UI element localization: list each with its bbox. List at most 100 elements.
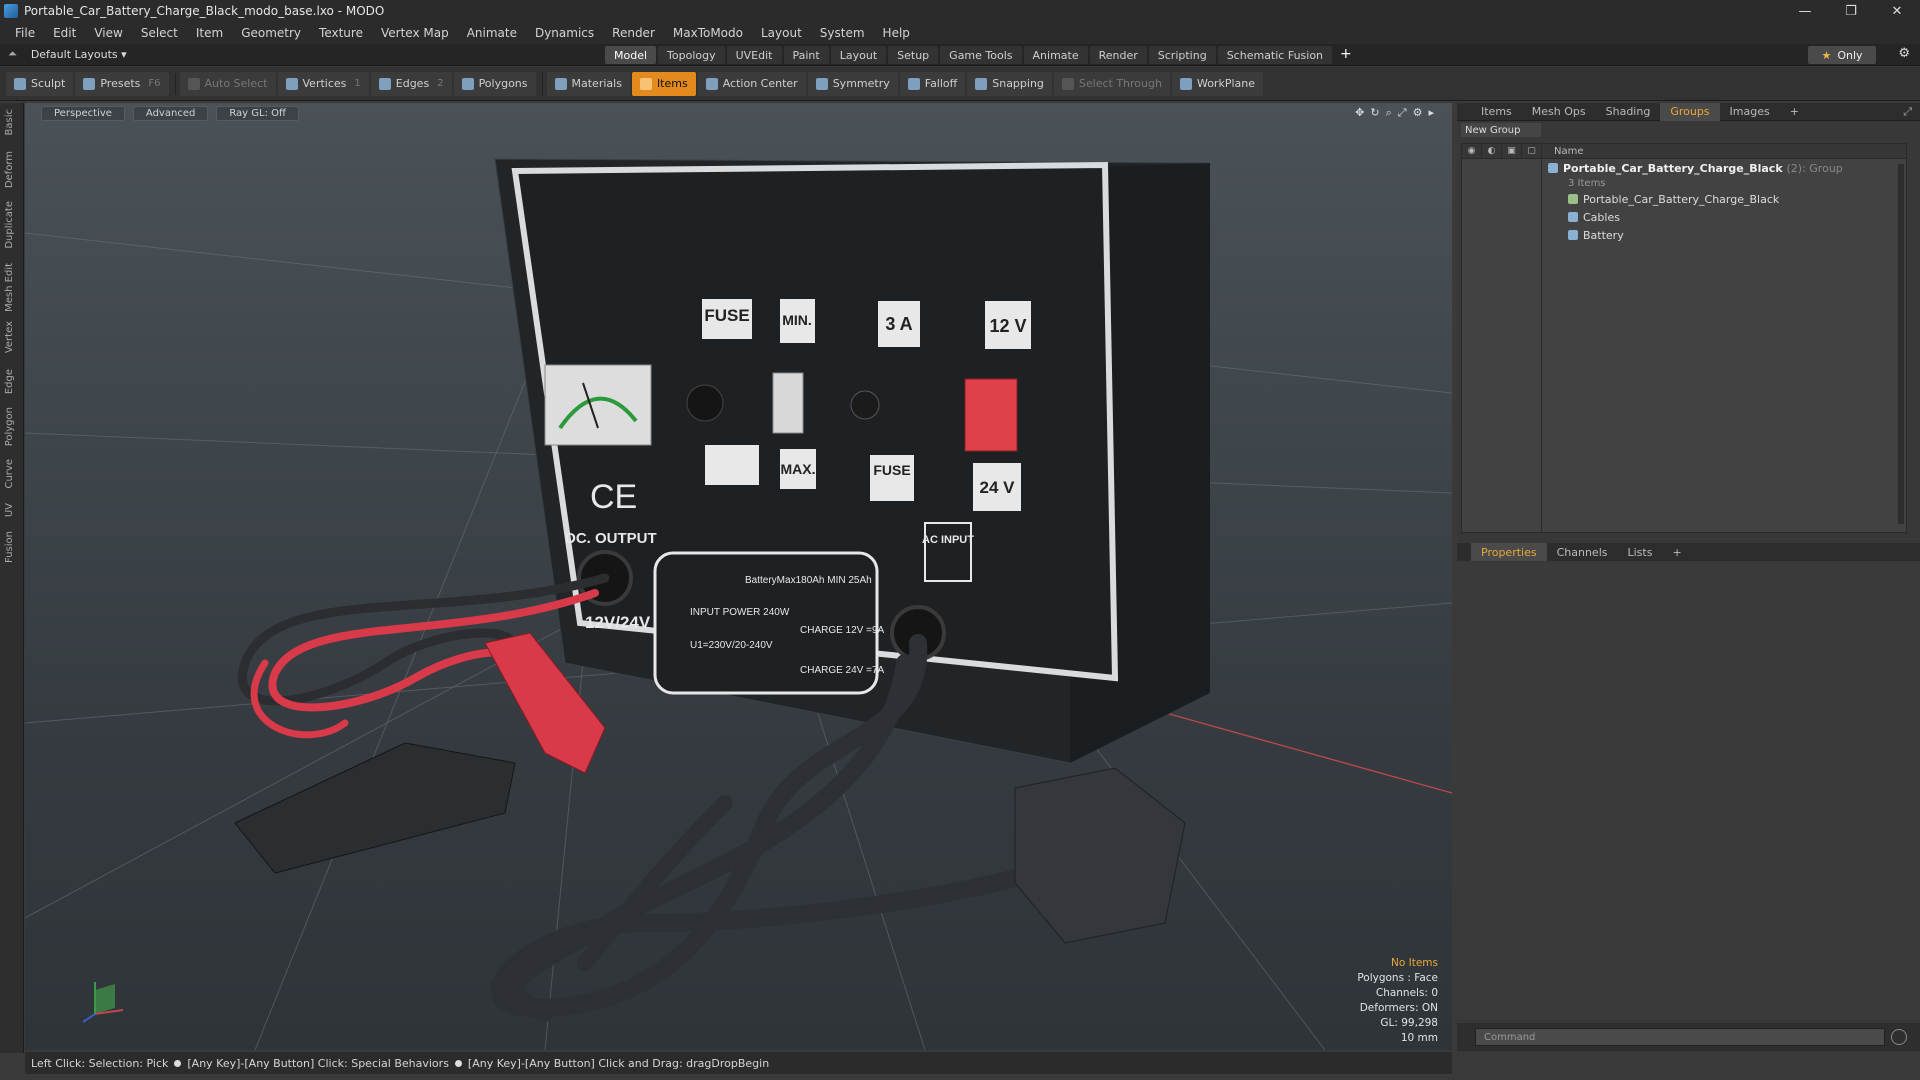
gear-icon[interactable]: ⚙ xyxy=(1898,46,1910,61)
workplane-button[interactable]: WorkPlane xyxy=(1171,71,1263,96)
sculpt-button[interactable]: Sculpt xyxy=(6,71,74,96)
title-bar: Portable_Car_Battery_Charge_Black_modo_b… xyxy=(0,0,1920,22)
menu-dynamics[interactable]: Dynamics xyxy=(526,26,603,40)
tab-model[interactable]: Model xyxy=(605,46,657,64)
maximize-button[interactable]: ❐ xyxy=(1828,0,1874,22)
materials-button[interactable]: Materials xyxy=(546,71,630,96)
only-button[interactable]: ★ Only xyxy=(1808,46,1876,64)
edges-icon xyxy=(378,77,391,90)
left-tab-mesh-edit[interactable]: Mesh Edit xyxy=(4,263,15,312)
left-tab-basic[interactable]: Basic xyxy=(4,109,15,135)
left-tab-curve[interactable]: Curve xyxy=(4,459,15,489)
tab-scripting[interactable]: Scripting xyxy=(1148,46,1216,64)
zoom-icon[interactable]: ⌕ xyxy=(1386,106,1392,120)
tab-uvedit[interactable]: UVEdit xyxy=(726,46,782,64)
action-center-button[interactable]: Action Center xyxy=(697,71,806,96)
menu-render[interactable]: Render xyxy=(603,26,664,40)
tab-shading[interactable]: Shading xyxy=(1596,103,1661,121)
collapse-arrow-icon[interactable]: ⏶ xyxy=(8,47,17,61)
raygl-button[interactable]: Ray GL: Off xyxy=(216,105,299,121)
fit-icon[interactable]: ⤢ xyxy=(1398,106,1407,120)
tab-layout[interactable]: Layout xyxy=(830,46,887,64)
presets-button[interactable]: Presets F6 xyxy=(75,71,169,96)
main-toolbar: Sculpt Presets F6 Auto Select Vertices 1 E… xyxy=(0,67,1920,101)
layouts-dropdown[interactable]: ⏶ Default Layouts ▾ xyxy=(8,47,127,61)
left-tab-uv[interactable]: UV xyxy=(4,503,15,517)
menu-geometry[interactable]: Geometry xyxy=(232,26,310,40)
group-list-header: ◉ ◐ ▣ ▢ Name xyxy=(1462,143,1906,159)
add-properties-tab-icon[interactable]: + xyxy=(1662,543,1691,561)
tab-items[interactable]: Items xyxy=(1471,103,1522,121)
minimize-button[interactable]: — xyxy=(1782,0,1828,22)
left-tab-edge[interactable]: Edge xyxy=(4,369,15,394)
menu-file[interactable]: File xyxy=(6,26,44,40)
select-through-button[interactable]: Select Through xyxy=(1053,71,1170,96)
command-bar: Command xyxy=(1457,1023,1920,1051)
tab-groups[interactable]: Groups xyxy=(1660,102,1720,121)
3d-viewport[interactable]: FUSE MIN. 3 A 12 V MAX. FUSE 24 V CE DC. xyxy=(25,103,1452,1050)
auto-select-button[interactable]: Auto Select xyxy=(179,71,276,96)
menu-system[interactable]: System xyxy=(811,26,874,40)
items-button[interactable]: Items xyxy=(631,71,696,96)
menu-help[interactable]: Help xyxy=(874,26,919,40)
edges-button[interactable]: Edges 2 xyxy=(370,71,452,96)
command-input[interactable]: Command xyxy=(1475,1028,1885,1046)
advanced-shading-button[interactable]: Advanced xyxy=(132,105,209,121)
menu-layout[interactable]: Layout xyxy=(752,26,811,40)
menu-item[interactable]: Item xyxy=(187,26,232,40)
snapping-button[interactable]: Snapping xyxy=(967,71,1052,96)
add-panel-tab-icon[interactable]: + xyxy=(1780,103,1809,121)
tab-animate[interactable]: Animate xyxy=(1023,46,1088,64)
add-tab-plus-icon[interactable]: + xyxy=(1340,46,1352,64)
viewport-scene: FUSE MIN. 3 A 12 V MAX. FUSE 24 V CE DC. xyxy=(25,158,1452,1050)
rotate-icon[interactable]: ↻ xyxy=(1370,106,1379,120)
left-tab-polygon[interactable]: Polygon xyxy=(4,407,15,446)
fuse-label: FUSE xyxy=(704,306,749,325)
items-icon xyxy=(639,77,652,90)
tab-setup[interactable]: Setup xyxy=(888,46,939,64)
vertices-icon xyxy=(285,77,298,90)
tab-lists[interactable]: Lists xyxy=(1618,543,1663,561)
close-button[interactable]: ✕ xyxy=(1874,0,1920,22)
menu-view[interactable]: View xyxy=(85,26,131,40)
presets-shortcut: F6 xyxy=(148,78,161,89)
viewport-settings-icon[interactable]: ⚙ xyxy=(1413,106,1423,120)
tab-game-tools[interactable]: Game Tools xyxy=(940,46,1022,64)
polygons-button[interactable]: Polygons xyxy=(453,71,536,96)
lock-icon[interactable]: ▣ xyxy=(1502,143,1522,159)
panel-expand-icon[interactable]: ⤢ xyxy=(1903,105,1912,119)
symmetry-button[interactable]: Symmetry xyxy=(807,71,898,96)
expand-arrow-icon[interactable]: ▸ xyxy=(1428,106,1434,120)
menu-maxtomodo[interactable]: MaxToModo xyxy=(664,26,752,40)
tab-schematic-fusion[interactable]: Schematic Fusion xyxy=(1217,46,1333,64)
tab-render[interactable]: Render xyxy=(1089,46,1147,64)
tab-topology[interactable]: Topology xyxy=(658,46,725,64)
perspective-button[interactable]: Perspective xyxy=(41,105,125,121)
menu-animate[interactable]: Animate xyxy=(458,26,526,40)
command-history-icon[interactable] xyxy=(1891,1029,1907,1045)
pan-icon[interactable]: ✥ xyxy=(1355,106,1364,120)
left-tab-deform[interactable]: Deform xyxy=(4,151,15,188)
left-tab-duplicate[interactable]: Duplicate xyxy=(4,201,15,249)
tab-properties[interactable]: Properties xyxy=(1471,543,1547,561)
left-tab-vertex[interactable]: Vertex xyxy=(4,321,15,353)
menu-edit[interactable]: Edit xyxy=(44,26,85,40)
falloff-button[interactable]: Falloff xyxy=(899,71,966,96)
left-tab-fusion[interactable]: Fusion xyxy=(4,531,15,563)
auto-select-label: Auto Select xyxy=(204,77,268,90)
menu-vertex-map[interactable]: Vertex Map xyxy=(372,26,458,40)
tab-mesh-ops[interactable]: Mesh Ops xyxy=(1522,103,1596,121)
new-group-button[interactable]: New Group xyxy=(1461,123,1541,137)
render-icon[interactable]: ◐ xyxy=(1482,143,1502,159)
select-icon[interactable]: ▢ xyxy=(1522,143,1542,159)
tab-paint[interactable]: Paint xyxy=(783,46,829,64)
spec-line-2: INPUT POWER 240W xyxy=(690,607,790,618)
group-list-scrollbar[interactable] xyxy=(1898,164,1904,524)
menu-texture[interactable]: Texture xyxy=(310,26,372,40)
menu-select[interactable]: Select xyxy=(132,26,187,40)
vertices-button[interactable]: Vertices 1 xyxy=(277,71,369,96)
visibility-eye-icon[interactable]: ◉ xyxy=(1462,143,1482,159)
tab-channels[interactable]: Channels xyxy=(1547,543,1618,561)
tab-images[interactable]: Images xyxy=(1720,103,1780,121)
black-clamp xyxy=(234,742,516,874)
